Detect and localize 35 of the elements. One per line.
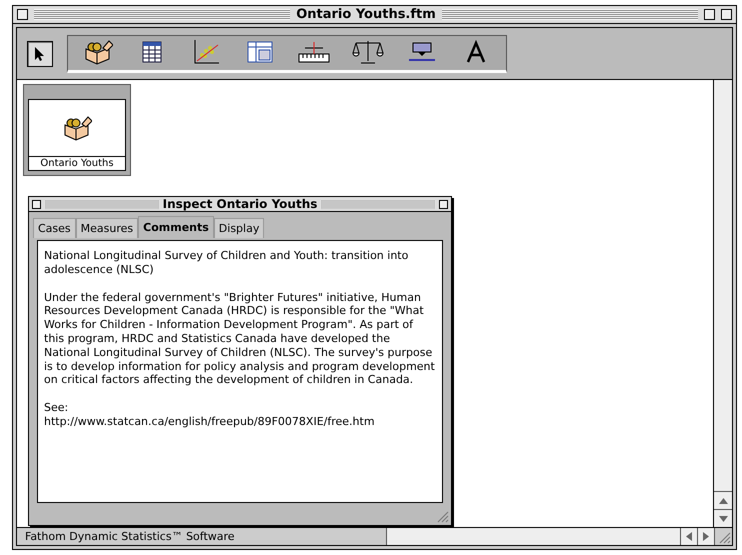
vertical-scroll-bar[interactable]	[714, 80, 732, 527]
scroll-up-icon[interactable]	[718, 498, 728, 504]
inspector-tab[interactable]: Measures	[76, 218, 138, 238]
horizontal-scroll-bar[interactable]	[387, 528, 714, 545]
scatter-plot-icon	[192, 38, 220, 64]
pointer-tool[interactable]	[27, 40, 53, 66]
collapse-box-icon[interactable]	[439, 200, 448, 208]
inspector-tab[interactable]: Cases	[33, 218, 76, 238]
box-icon	[62, 115, 92, 141]
pointer-icon	[34, 46, 46, 62]
scroll-down-icon[interactable]	[718, 516, 728, 522]
close-box-icon[interactable]	[32, 200, 41, 208]
box-icon	[83, 38, 113, 64]
slider-icon	[407, 40, 437, 62]
resize-grip-icon[interactable]	[435, 509, 449, 523]
comment-paragraph: See: http://www.statcan.ca/english/freepub/89F0078XIE/free.htm	[44, 401, 376, 429]
scroll-right-icon[interactable]	[703, 532, 709, 541]
collapse-box-icon[interactable]	[721, 9, 732, 20]
collection-box[interactable]: Ontario Youths	[23, 84, 131, 176]
balance-scale-icon	[351, 38, 385, 64]
scroll-left-icon[interactable]	[686, 532, 692, 541]
window-title: Ontario Youths.ftm	[296, 7, 436, 22]
inspector-tab[interactable]: Display	[214, 218, 264, 238]
comment-paragraph: National Longitudinal Survey of Children and Youth: transition into adolescence (NLSC)	[44, 249, 410, 277]
close-box-icon[interactable]	[17, 9, 28, 20]
inspector-title: Inspect Ontario Youths	[162, 197, 318, 211]
collection-name: Ontario Youths	[29, 156, 125, 170]
summary-table-icon	[246, 40, 274, 64]
text-tool-icon	[464, 40, 488, 64]
ruler-icon	[297, 40, 331, 64]
comment-paragraph: Under the federal government's "Brighter Futures" initiative, Human Resources Development Canada (HRDC) is responsible for the "What Works for Children - Information Development Program". As part of this program, HRDC and Statistics Canada have developed the National Longitudinal Survey of Children (NLSC). The survey's purpose is to develop information for policy analysis and program development on critical factors affecting the development of children in Canada.	[44, 290, 436, 388]
table-icon	[140, 40, 164, 64]
comments-text-area[interactable]	[37, 240, 443, 503]
inspector-tab[interactable]: Comments	[138, 216, 214, 238]
zoom-box-icon[interactable]	[704, 9, 715, 20]
